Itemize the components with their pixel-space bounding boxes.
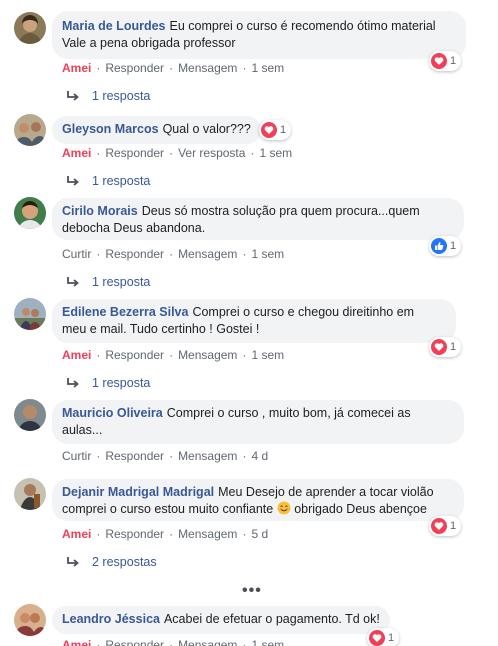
reply-arrow-icon <box>67 557 79 567</box>
avatar[interactable] <box>14 114 46 146</box>
message-button[interactable]: Mensagem <box>178 61 237 75</box>
comment-actions: Amei · Responder · Ver resposta · 1 sem <box>62 146 293 160</box>
reaction-count[interactable]: 1 <box>429 337 462 357</box>
heart-icon <box>261 122 277 138</box>
comment-text-line2a: comprei o curso estou muito confiante <box>62 502 274 516</box>
message-button[interactable]: Mensagem <box>178 348 237 362</box>
reply-button[interactable]: Responder <box>105 527 164 541</box>
reaction-count[interactable]: 1 <box>429 516 462 536</box>
reaction-count[interactable]: 1 <box>429 236 462 256</box>
view-replies-link[interactable]: 1 resposta <box>66 89 150 103</box>
timestamp[interactable]: 4 d <box>251 449 268 463</box>
comment-actions: Curtir · Responder · Mensagem · 1 sem <box>62 247 285 261</box>
avatar[interactable] <box>14 604 46 636</box>
heart-icon <box>431 53 447 69</box>
love-button[interactable]: Amei <box>62 527 91 541</box>
like-button[interactable]: Curtir <box>62 247 91 261</box>
message-button[interactable]: Mensagem <box>178 638 237 646</box>
comment-text-line2: Vale a pena obrigada professor <box>62 36 236 50</box>
love-button[interactable]: Amei <box>62 348 91 362</box>
reaction-count[interactable]: 1 <box>367 628 400 646</box>
heart-icon <box>431 518 447 534</box>
avatar[interactable] <box>14 399 46 431</box>
reply-button[interactable]: Responder <box>105 638 164 646</box>
reply-button[interactable]: Responder <box>105 348 164 362</box>
comment-text: Meu Desejo de aprender a tocar violão <box>218 485 434 499</box>
smiling-face-emoji-icon <box>277 501 291 515</box>
view-replies-link[interactable]: 1 resposta <box>66 174 150 188</box>
comment-text-line2: aulas... <box>62 423 103 437</box>
comment-author[interactable]: Leandro Jéssica <box>62 612 160 626</box>
reply-arrow-icon <box>67 378 79 388</box>
timestamp[interactable]: 5 d <box>251 527 268 541</box>
comment-actions: Amei · Responder · Mensagem · 1 sem <box>62 638 284 646</box>
comment-actions: Amei · Responder · Mensagem · 1 sem <box>62 348 285 362</box>
comment-text: Eu comprei o curso é recomendo ótimo mat… <box>169 19 436 33</box>
like-icon <box>431 238 447 254</box>
comment-actions: Amei · Responder · Mensagem · 1 sem <box>62 61 285 75</box>
reply-button[interactable]: Responder <box>105 247 164 261</box>
reaction-count[interactable]: 1 <box>259 120 292 140</box>
reply-arrow-icon <box>67 277 79 287</box>
reply-arrow-icon <box>67 176 79 186</box>
comment-actions: Amei · Responder · Mensagem · 5 d <box>62 527 269 541</box>
reply-button[interactable]: Responder <box>105 146 164 160</box>
timestamp[interactable]: 1 sem <box>251 348 284 362</box>
reply-button[interactable]: Responder <box>105 61 164 75</box>
comment-author[interactable]: Edilene Bezerra Silva <box>62 305 188 319</box>
comment-author[interactable]: Dejanir Madrigal Madrigal <box>62 485 214 499</box>
love-button[interactable]: Amei <box>62 146 91 160</box>
timestamp[interactable]: 1 sem <box>259 146 292 160</box>
comment-author[interactable]: Mauricio Oliveira <box>62 406 163 420</box>
comment-text: Qual o valor??? <box>162 122 251 136</box>
message-button[interactable]: Mensagem <box>178 527 237 541</box>
comment-bubble: Mauricio Oliveira Comprei o curso , muito… <box>52 400 464 444</box>
comment-bubble: Edilene Bezerra Silva Comprei o curso e c… <box>52 299 456 343</box>
reply-arrow-icon <box>67 91 79 101</box>
timestamp[interactable]: 1 sem <box>251 638 284 646</box>
comment-bubble: Gleyson Marcos Qual o valor??? <box>52 116 261 144</box>
avatar[interactable] <box>14 12 46 44</box>
avatar[interactable] <box>14 197 46 229</box>
comment-bubble: Maria de Lourdes Eu comprei o curso é rec… <box>52 11 466 59</box>
avatar[interactable] <box>14 478 46 510</box>
comment-author[interactable]: Gleyson Marcos <box>62 122 159 136</box>
timestamp[interactable]: 1 sem <box>251 247 284 261</box>
comment-author[interactable]: Maria de Lourdes <box>62 19 166 33</box>
comment-bubble: Leandro Jéssica Acabei de efetuar o pagam… <box>52 606 390 634</box>
heart-icon <box>431 339 447 355</box>
comment-text: Deus só mostra solução pra quem procura.… <box>141 204 420 218</box>
view-replies-link[interactable]: 1 resposta <box>66 376 150 390</box>
comment-text: Comprei o curso , muito bom, já comecei … <box>166 406 411 420</box>
reply-button[interactable]: Responder <box>105 449 164 463</box>
message-button[interactable]: Mensagem <box>178 247 237 261</box>
heart-icon <box>369 630 385 646</box>
view-reply-button[interactable]: Ver resposta <box>178 146 245 160</box>
more-comments-button[interactable]: ••• <box>242 582 262 600</box>
love-button[interactable]: Amei <box>62 638 91 646</box>
comment-text: Acabei de efetuar o pagamento. Td ok! <box>163 612 380 626</box>
comment-text-line2: debocha Deus abandona. <box>62 221 206 235</box>
comment-text-line2b: obrigado Deus abençoe <box>294 502 427 516</box>
view-replies-link[interactable]: 2 respostas <box>66 555 157 569</box>
timestamp[interactable]: 1 sem <box>251 61 284 75</box>
avatar[interactable] <box>14 298 46 330</box>
comment-text: Comprei o curso e chegou direitinho em <box>192 305 415 319</box>
love-button[interactable]: Amei <box>62 61 91 75</box>
comment-text-line2: meu e mail. Tudo certinho ! Gostei ! <box>62 322 260 336</box>
reaction-count[interactable]: 1 <box>429 51 462 71</box>
view-replies-link[interactable]: 1 resposta <box>66 275 150 289</box>
comment-actions: Curtir · Responder · Mensagem · 4 d <box>62 449 269 463</box>
message-button[interactable]: Mensagem <box>178 449 237 463</box>
comment-bubble: Dejanir Madrigal Madrigal Meu Desejo de a… <box>52 479 464 521</box>
like-button[interactable]: Curtir <box>62 449 91 463</box>
comment-bubble: Cirilo Morais Deus só mostra solução pra … <box>52 198 464 240</box>
comment-author[interactable]: Cirilo Morais <box>62 204 138 218</box>
